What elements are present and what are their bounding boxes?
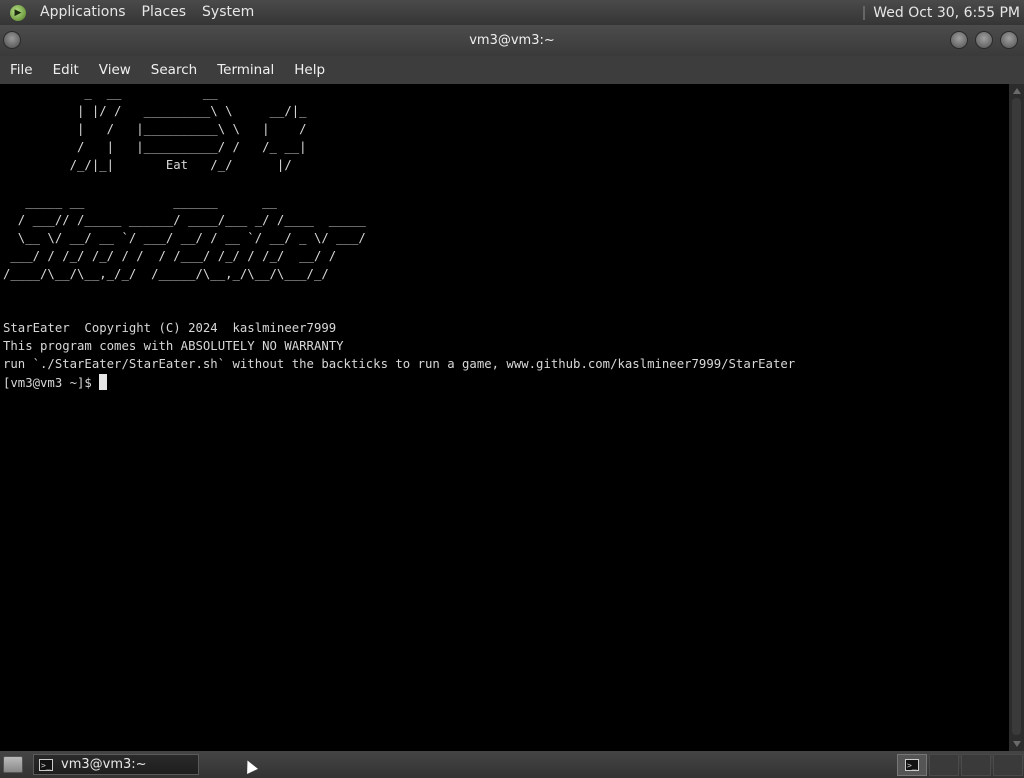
menu-search[interactable]: Search <box>141 56 207 84</box>
terminal-line: This program comes with ABSOLUTELY NO WA… <box>3 339 344 354</box>
menu-edit[interactable]: Edit <box>43 56 89 84</box>
terminal-line: | / |__________\ \ | / <box>3 122 307 137</box>
terminal-line: StarEater Copyright (C) 2024 kaslmineer7… <box>3 321 337 336</box>
menu-help[interactable]: Help <box>284 56 335 84</box>
minimize-icon[interactable] <box>950 31 968 49</box>
workspace-1[interactable]: >_ <box>897 754 927 776</box>
menubar: File Edit View Search Terminal Help <box>0 56 1024 84</box>
taskbar-item-label: vm3@vm3:~ <box>61 757 147 772</box>
bottom-panel: >_ vm3@vm3:~ <box>0 751 1024 778</box>
panel-separator <box>863 5 866 20</box>
menu-places[interactable]: Places <box>134 0 195 25</box>
workspace-4[interactable] <box>993 754 1023 776</box>
menu-applications[interactable]: Applications <box>32 0 134 25</box>
terminal-scrollbar[interactable] <box>1009 84 1024 751</box>
text-cursor <box>99 373 108 390</box>
show-desktop-icon[interactable] <box>3 756 23 773</box>
terminal-output[interactable]: _ __ __ | |/ / _________\ \ __/|_ | / |_… <box>0 84 1009 392</box>
shell-prompt: [vm3@vm3 ~]$ <box>3 375 100 390</box>
terminal-line: _ __ __ <box>3 86 218 100</box>
window-title: vm3@vm3:~ <box>469 33 555 48</box>
workspace-3[interactable] <box>961 754 991 776</box>
scroll-down-arrow-icon[interactable] <box>1013 741 1021 747</box>
maximize-icon[interactable] <box>975 31 993 49</box>
window-titlebar[interactable]: vm3@vm3:~ <box>0 25 1024 56</box>
terminal-icon: >_ <box>905 759 919 771</box>
terminal-line: | |/ / _________\ \ __/|_ <box>3 104 307 119</box>
terminal-line: run `./StarEater/StarEater.sh` without t… <box>3 357 796 372</box>
terminal-line: / | |__________/ / /_ __| <box>3 140 307 155</box>
menu-terminal[interactable]: Terminal <box>207 56 284 84</box>
terminal-line: /____/\__/\__,_/_/ /_____/\__,_/\__/\___… <box>3 266 329 281</box>
terminal-line: _____ __ ______ __ <box>3 194 277 209</box>
terminal-icon: >_ <box>39 758 53 771</box>
terminal-area[interactable]: _ __ __ | |/ / _________\ \ __/|_ | / |_… <box>0 84 1009 751</box>
menu-file[interactable]: File <box>0 56 43 84</box>
menu-view[interactable]: View <box>89 56 141 84</box>
terminal-line: ___/ / /_/ /_/ / / / /___/ /_/ / /_/ __/… <box>3 248 337 263</box>
taskbar-item-terminal[interactable]: >_ vm3@vm3:~ <box>33 754 199 775</box>
terminal-line: /_/|_| Eat /_/ |/ <box>3 158 292 173</box>
terminal-line: \__ \/ __/ __ `/ ___/ __/ / __ `/ __/ _ … <box>3 230 366 245</box>
terminal-line: / ___// /_____ ______/ ____/___ _/ /____… <box>3 212 366 227</box>
close-icon[interactable] <box>1000 31 1018 49</box>
scroll-up-arrow-icon[interactable] <box>1013 88 1021 94</box>
workspace-2[interactable] <box>929 754 959 776</box>
gnome-foot-icon[interactable]: ▶ <box>10 4 26 21</box>
scrollbar-thumb[interactable] <box>1012 98 1021 735</box>
top-panel: ▶ Applications Places System Wed Oct 30,… <box>0 0 1024 25</box>
menu-system[interactable]: System <box>194 0 262 25</box>
clock[interactable]: Wed Oct 30, 6:55 PM <box>873 5 1024 21</box>
